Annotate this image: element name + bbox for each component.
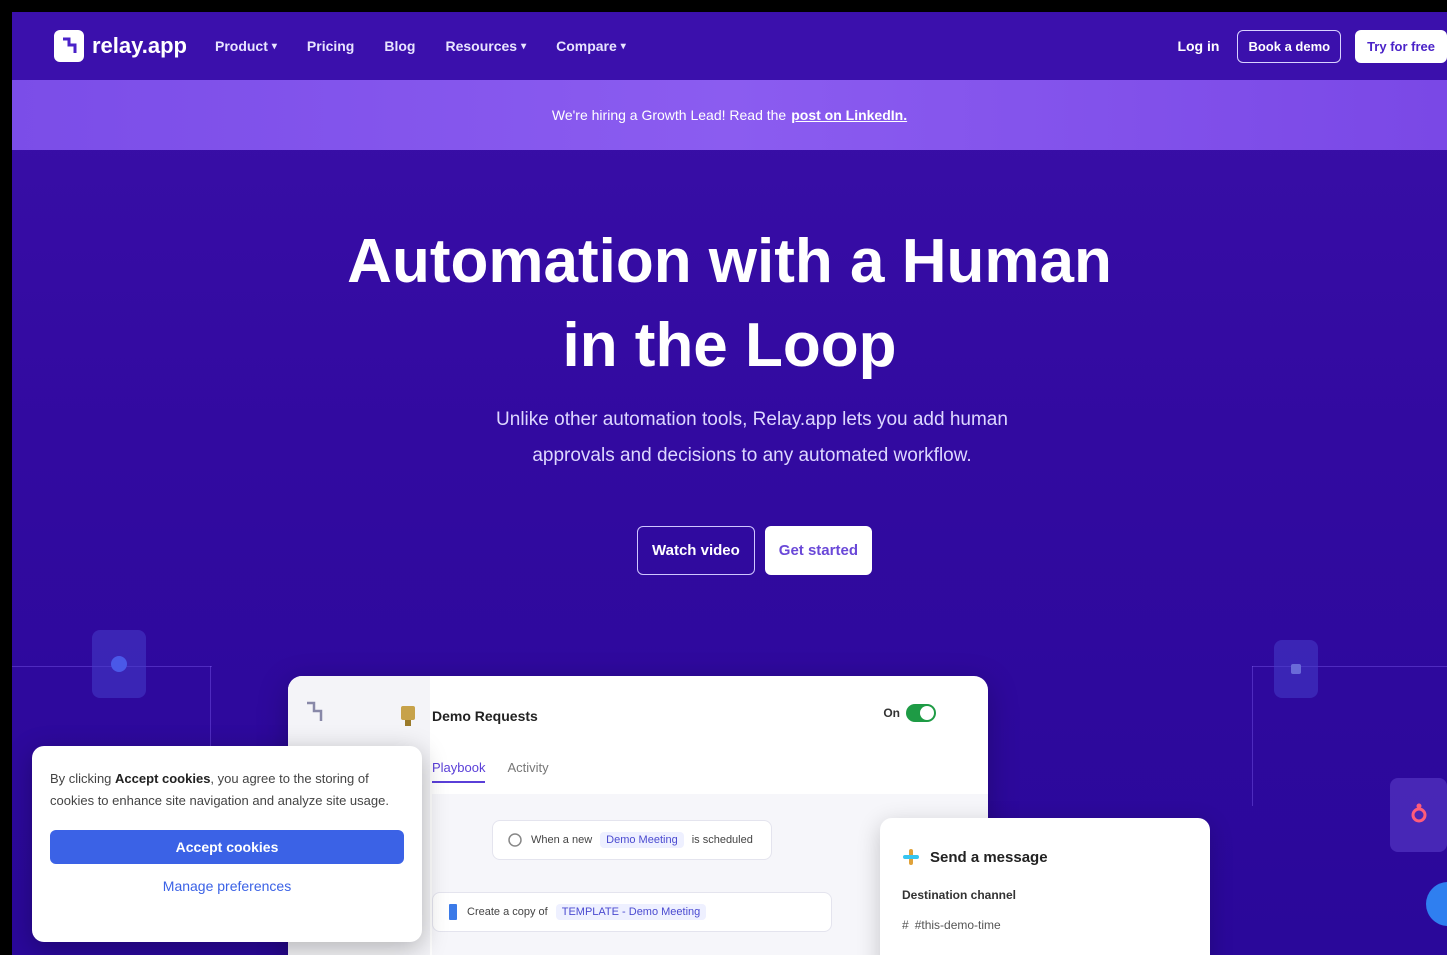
workflow-title: Demo Requests [432,708,538,724]
manage-preferences-link[interactable]: Manage preferences [50,878,404,894]
nav-item-resources[interactable]: Resources ▾ [445,38,526,54]
step-chip: Demo Meeting [600,832,684,848]
try-free-button[interactable]: Try for free [1355,29,1447,63]
file-icon [449,904,457,920]
nav-item-label: Blog [384,38,416,54]
banner-text: We're hiring a Growth Lead! Read the [551,107,787,123]
nav-item-label: Pricing [306,38,355,54]
nav-item-label: Compare [556,38,617,54]
toggle-label: On [883,706,900,720]
step-chip: TEMPLATE - Demo Meeting [555,904,707,920]
workflow-header: Demo Requests [398,704,538,728]
watch-video-button[interactable]: Watch video [637,526,755,575]
nav-item-product[interactable]: Product ▾ [215,38,277,54]
logo-text: relay.app [92,33,187,58]
top-nav: relay.app Product ▾ Pricing Blog Resource… [12,12,1447,80]
nav-links: Product ▾ Pricing Blog Resources ▾ Compare… [215,38,626,54]
chat-help-button[interactable] [1426,882,1447,926]
hero-title: Automation with a Human in the Loop [12,220,1447,388]
accept-cookies-button[interactable]: Accept cookies [50,830,404,864]
decor-app-icon [92,630,146,698]
workflow-step-trigger[interactable]: When a new Demo Meeting is scheduled [492,820,772,860]
logo[interactable]: relay.app [54,30,187,62]
announcement-banner: We're hiring a Growth Lead! Read the pos… [12,80,1447,150]
chevron-down-icon: ▾ [521,40,527,52]
decor-app-icon [1274,640,1318,698]
nav-actions: Log in Book a demo Try for free [1177,29,1447,63]
cookie-text: By clicking Accept cookies, you agree to… [50,768,404,812]
hero-title-line: Automation with a Human [347,227,1112,296]
trophy-icon [401,706,415,726]
panel-title-text: Send a message [930,848,1048,866]
clock-icon [508,833,522,847]
workflow-toggle[interactable]: On [883,704,936,722]
step-detail-panel: Send a message Destination channel # #th… [880,818,1210,955]
panel-field-label: Destination channel [902,888,1017,902]
hero-cta-group: Watch video Get started [637,526,872,575]
workflow-tabs: Playbook Activity [432,760,549,783]
hubspot-icon [1390,778,1447,852]
nav-item-blog[interactable]: Blog [384,38,415,54]
cookie-banner: By clicking Accept cookies, you agree to… [32,746,422,942]
chevron-down-icon: ▾ [271,40,277,52]
page: relay.app Product ▾ Pricing Blog Resource… [12,12,1447,955]
tab-playbook[interactable]: Playbook [432,760,486,783]
nav-item-pricing[interactable]: Pricing [307,38,354,54]
nav-item-compare[interactable]: Compare ▾ [556,38,626,54]
panel-field-text: #this-demo-time [914,918,1001,932]
workflow-step-copy[interactable]: Create a copy of TEMPLATE - Demo Meeting [432,892,832,932]
cookie-text-bold: Accept cookies [115,771,211,786]
panel-title: Send a message [902,848,1188,866]
slack-icon [903,849,919,865]
decor-line [1252,666,1253,806]
book-demo-button[interactable]: Book a demo [1237,29,1342,63]
step-text: Create a copy of [467,906,548,918]
cookie-text-prefix: By clicking [50,771,112,786]
relay-logo-icon [54,30,84,62]
panel-field-value[interactable]: # #this-demo-time [902,918,1188,932]
get-started-button[interactable]: Get started [764,526,872,575]
banner-link[interactable]: post on LinkedIn. [791,107,907,123]
step-text: is scheduled [691,834,753,846]
toggle-switch[interactable] [906,704,936,722]
step-text: When a new [531,834,593,846]
hero-subtitle: Unlike other automation tools, Relay.app… [496,409,1008,466]
login-link[interactable]: Log in [1177,38,1219,54]
tab-activity[interactable]: Activity [507,760,548,783]
decor-line [210,666,211,746]
chevron-down-icon: ▾ [620,40,626,52]
relay-logo-icon [307,701,323,721]
hero-title-line: in the Loop [562,311,897,380]
nav-item-label: Resources [445,38,518,54]
nav-item-label: Product [214,38,268,54]
hash-icon: # [902,918,909,932]
